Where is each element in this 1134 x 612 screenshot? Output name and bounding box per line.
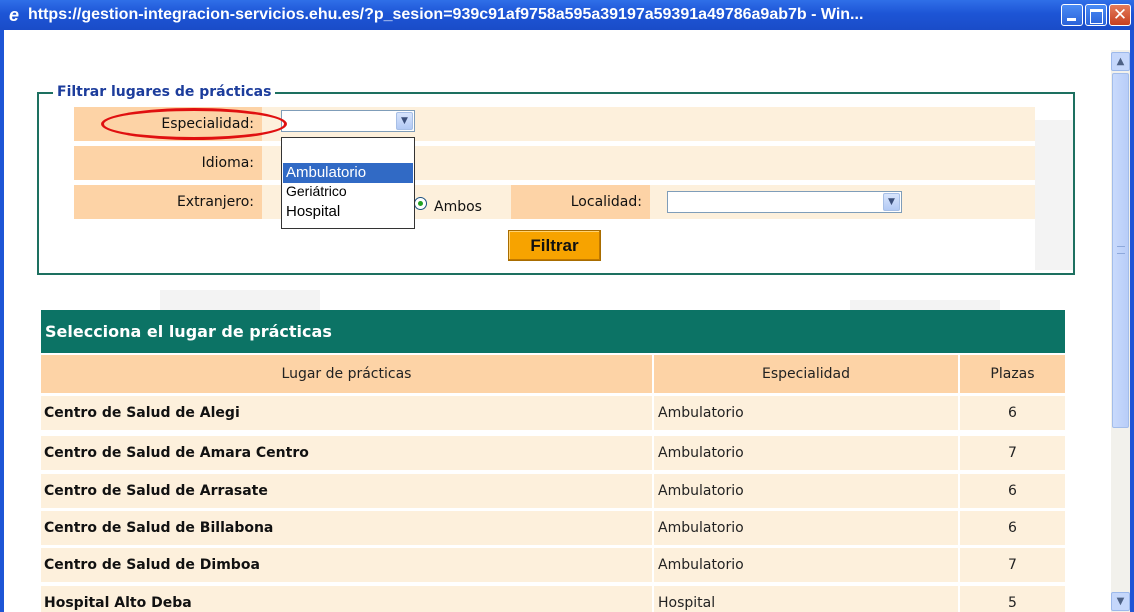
window-title: https://gestion-integracion-servicios.eh… xyxy=(28,6,864,23)
column-header-plazas: Plazas xyxy=(960,355,1065,393)
filter-legend: Filtrar lugares de prácticas xyxy=(53,83,276,101)
table-row[interactable]: Centro de Salud de Amara Centro Ambulato… xyxy=(41,436,1065,470)
cell-plazas: 6 xyxy=(960,474,1065,508)
scroll-thumb[interactable] xyxy=(1112,73,1129,428)
table-row[interactable]: Centro de Salud de Alegi Ambulatorio 6 xyxy=(41,396,1065,430)
cell-especialidad: Ambulatorio xyxy=(654,511,958,545)
especialidad-dropdown-list: Ambulatorio Geriátrico Hospital xyxy=(281,137,415,229)
window-titlebar[interactable]: e https://gestion-integracion-servicios.… xyxy=(0,0,1134,30)
idioma-label: Idioma: xyxy=(74,146,262,180)
chevron-down-icon[interactable]: ▼ xyxy=(883,193,900,211)
scroll-up-button[interactable]: ▲ xyxy=(1111,52,1130,71)
cell-lugar[interactable]: Centro de Salud de Alegi xyxy=(41,396,652,430)
localidad-select[interactable]: ▼ xyxy=(667,191,902,213)
scroll-down-button[interactable]: ▼ xyxy=(1111,592,1130,611)
cell-lugar[interactable]: Centro de Salud de Amara Centro xyxy=(41,436,652,470)
column-header-especialidad: Especialidad xyxy=(654,355,958,393)
chevron-down-icon: ▼ xyxy=(1116,596,1125,607)
results-section-title: Selecciona el lugar de prácticas xyxy=(41,310,1065,353)
grip-icon xyxy=(1117,246,1125,254)
internet-explorer-icon: e xyxy=(8,5,19,25)
chevron-down-icon[interactable]: ▼ xyxy=(396,112,413,130)
minimize-button[interactable] xyxy=(1061,4,1083,26)
table-row[interactable]: Centro de Salud de Arrasate Ambulatorio … xyxy=(41,474,1065,508)
cell-lugar[interactable]: Centro de Salud de Dimboa xyxy=(41,548,652,582)
cell-plazas: 5 xyxy=(960,586,1065,612)
table-row[interactable]: Centro de Salud de Dimboa Ambulatorio 7 xyxy=(41,548,1065,582)
dropdown-option-geriatrico[interactable]: Geriátrico xyxy=(283,182,413,204)
annotation-ellipse xyxy=(101,108,287,140)
cell-lugar[interactable]: Centro de Salud de Arrasate xyxy=(41,474,652,508)
localidad-label: Localidad: xyxy=(511,185,650,219)
extranjero-label: Extranjero: xyxy=(74,185,262,219)
cell-lugar[interactable]: Centro de Salud de Billabona xyxy=(41,511,652,545)
radio-ambos-label: Ambos xyxy=(434,199,482,215)
table-row[interactable]: Hospital Alto Deba Hospital 5 xyxy=(41,586,1065,612)
column-header-lugar: Lugar de prácticas xyxy=(41,355,652,393)
table-row[interactable]: Centro de Salud de Billabona Ambulatorio… xyxy=(41,511,1065,545)
radio-selected-icon[interactable] xyxy=(414,197,427,210)
cell-especialidad: Ambulatorio xyxy=(654,548,958,582)
close-button[interactable]: ✕ xyxy=(1109,4,1131,26)
cell-plazas: 7 xyxy=(960,436,1065,470)
cell-especialidad: Hospital xyxy=(654,586,958,612)
maximize-button[interactable] xyxy=(1085,4,1107,26)
cell-lugar[interactable]: Hospital Alto Deba xyxy=(41,586,652,612)
cell-especialidad: Ambulatorio xyxy=(654,436,958,470)
dropdown-option-hospital[interactable]: Hospital xyxy=(283,202,413,222)
window-frame-right xyxy=(1130,30,1134,612)
window-frame-left xyxy=(0,30,4,612)
cell-especialidad: Ambulatorio xyxy=(654,396,958,430)
cell-plazas: 6 xyxy=(960,511,1065,545)
cell-plazas: 6 xyxy=(960,396,1065,430)
cell-plazas: 7 xyxy=(960,548,1065,582)
filtrar-button[interactable]: Filtrar xyxy=(508,230,601,261)
dropdown-option-empty[interactable] xyxy=(283,139,413,159)
dropdown-option-ambulatorio[interactable]: Ambulatorio xyxy=(283,163,413,183)
cell-especialidad: Ambulatorio xyxy=(654,474,958,508)
especialidad-select[interactable]: ▼ xyxy=(281,110,415,132)
chevron-up-icon: ▲ xyxy=(1116,56,1125,67)
